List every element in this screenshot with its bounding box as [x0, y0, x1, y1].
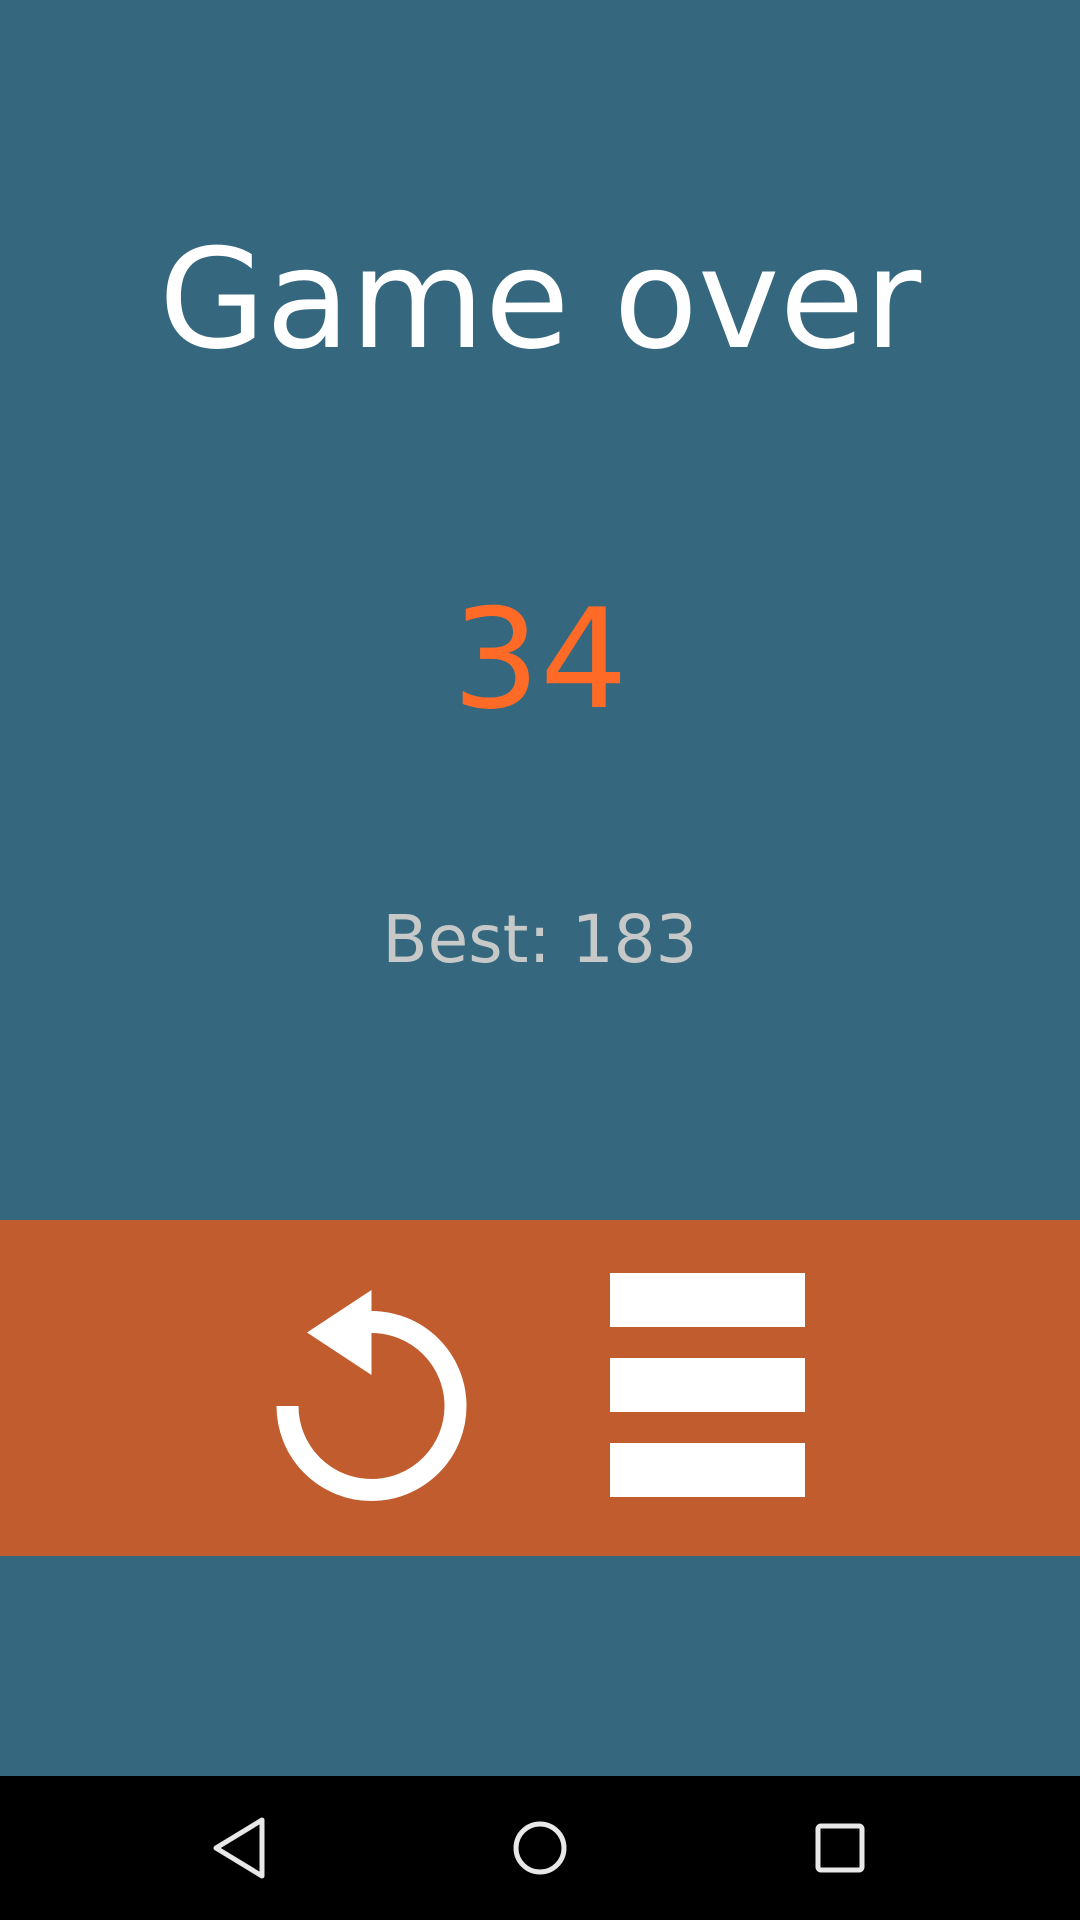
best-score: Best: 183	[382, 901, 698, 978]
replay-button[interactable]	[270, 1250, 470, 1510]
system-navigation-bar	[0, 1776, 1080, 1920]
final-score: 34	[452, 579, 628, 740]
game-over-title: Game over	[158, 219, 922, 380]
back-button[interactable]	[190, 1798, 290, 1898]
recents-button[interactable]	[790, 1798, 890, 1898]
recents-square-icon	[815, 1823, 865, 1873]
replay-icon	[276, 1290, 467, 1501]
menu-button[interactable]	[610, 1273, 805, 1503]
home-button[interactable]	[490, 1798, 590, 1898]
back-triangle-icon	[213, 1817, 265, 1879]
action-bar	[0, 1220, 1080, 1556]
game-over-screen: Game over 34 Best: 183	[0, 0, 1080, 1920]
home-circle-icon	[513, 1821, 567, 1875]
hamburger-menu-icon	[610, 1273, 805, 1503]
